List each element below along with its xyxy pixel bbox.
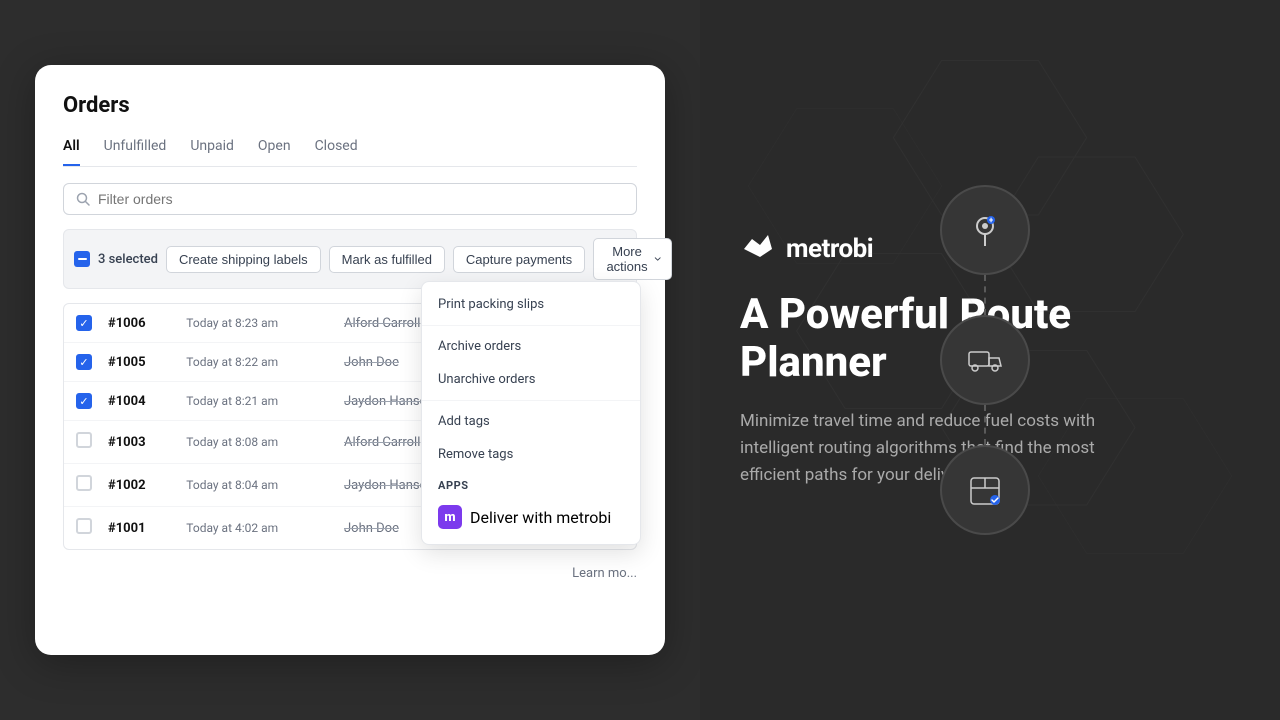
tab-all[interactable]: All (63, 138, 80, 166)
metrobi-app-icon: m (438, 505, 462, 529)
deliver-with-metrobi-item[interactable]: m Deliver with metrobi (422, 496, 640, 538)
left-panel: Orders All Unfulfilled Unpaid Open Close… (0, 0, 700, 720)
check-icon: ✓ (79, 318, 88, 329)
print-packing-slips-item[interactable]: Print packing slips (422, 288, 640, 321)
customer-name-1006: Alford Carroll (344, 316, 420, 331)
unarchive-orders-item[interactable]: Unarchive orders (422, 363, 640, 396)
check-icon: ✓ (79, 357, 88, 368)
selected-count-label: 3 selected (98, 252, 158, 267)
order-id-1002[interactable]: #1002 (108, 478, 146, 493)
search-icon (76, 192, 90, 206)
route-node-top: + (940, 185, 1030, 275)
create-shipping-labels-button[interactable]: Create shipping labels (166, 246, 321, 273)
metrobi-logo: metrobi (740, 231, 873, 267)
package-icon (963, 468, 1007, 512)
right-panel: + metrobi (700, 0, 1280, 720)
row-checkbox-1006[interactable]: ✓ (76, 315, 92, 331)
row-checkbox-1004[interactable]: ✓ (76, 393, 92, 409)
route-node-mid (940, 315, 1030, 405)
tab-unfulfilled[interactable]: Unfulfilled (104, 138, 167, 166)
route-line-2 (984, 405, 986, 445)
learn-more-text: Learn mo... (63, 566, 637, 581)
location-pin-icon: + (965, 210, 1005, 250)
tab-open[interactable]: Open (258, 138, 291, 166)
description: Minimize travel time and reduce fuel cos… (740, 408, 1100, 490)
tagline: A Powerful Route Planner (740, 291, 1120, 388)
apps-section-label: APPS (422, 471, 640, 496)
order-id-1005[interactable]: #1005 (108, 355, 146, 370)
order-id-1006[interactable]: #1006 (108, 316, 146, 331)
order-time-1001: Today at 4:02 am (186, 521, 278, 535)
dropdown-divider-2 (422, 400, 640, 401)
order-id-1004[interactable]: #1004 (108, 394, 146, 409)
check-icon: ✓ (79, 396, 88, 407)
more-actions-button[interactable]: More actions (593, 238, 672, 280)
row-checkbox-1005[interactable]: ✓ (76, 354, 92, 370)
search-bar[interactable] (63, 183, 637, 215)
svg-text:+: + (989, 216, 994, 225)
route-diagram: + (940, 185, 1030, 535)
order-time-1002: Today at 8:04 am (186, 478, 278, 492)
orders-card: Orders All Unfulfilled Unpaid Open Close… (35, 65, 665, 655)
row-checkbox-1003[interactable] (76, 432, 92, 448)
page-title: Orders (63, 93, 637, 118)
order-id-1003[interactable]: #1003 (108, 435, 146, 450)
route-line-1 (984, 275, 986, 315)
order-id-1001[interactable]: #1001 (108, 521, 146, 536)
order-time-1006: Today at 8:23 am (186, 316, 278, 330)
indeterminate-icon (78, 258, 87, 260)
remove-tags-item[interactable]: Remove tags (422, 438, 640, 471)
customer-name-1005: John Doe (344, 355, 399, 370)
bulk-action-toolbar: 3 selected Create shipping labels Mark a… (63, 229, 637, 289)
archive-orders-item[interactable]: Archive orders (422, 330, 640, 363)
order-time-1004: Today at 8:21 am (186, 394, 278, 408)
tabs-bar: All Unfulfilled Unpaid Open Closed (63, 138, 637, 167)
dropdown-divider-1 (422, 325, 640, 326)
deliver-with-metrobi-label: Deliver with metrobi (470, 508, 611, 527)
customer-name-1003: Alford Carroll (344, 435, 420, 450)
chevron-down-icon (654, 253, 661, 265)
order-time-1005: Today at 8:22 am (186, 355, 278, 369)
row-checkbox-1002[interactable] (76, 475, 92, 491)
more-actions-dropdown: Print packing slips Archive orders Unarc… (421, 281, 641, 545)
route-node-bottom (940, 445, 1030, 535)
order-time-1003: Today at 8:08 am (186, 435, 278, 449)
select-all-checkbox[interactable] (74, 251, 90, 267)
add-tags-item[interactable]: Add tags (422, 405, 640, 438)
metrobi-logo-icon (740, 231, 776, 267)
mark-as-fulfilled-button[interactable]: Mark as fulfilled (329, 246, 445, 273)
delivery-truck-icon (963, 338, 1007, 382)
tab-closed[interactable]: Closed (315, 138, 358, 166)
metrobi-logo-text: metrobi (786, 234, 873, 264)
capture-payments-button[interactable]: Capture payments (453, 246, 585, 273)
row-checkbox-1001[interactable] (76, 518, 92, 534)
tab-unpaid[interactable]: Unpaid (190, 138, 234, 166)
search-input[interactable] (98, 191, 624, 207)
customer-name-1001: John Doe (344, 521, 399, 536)
